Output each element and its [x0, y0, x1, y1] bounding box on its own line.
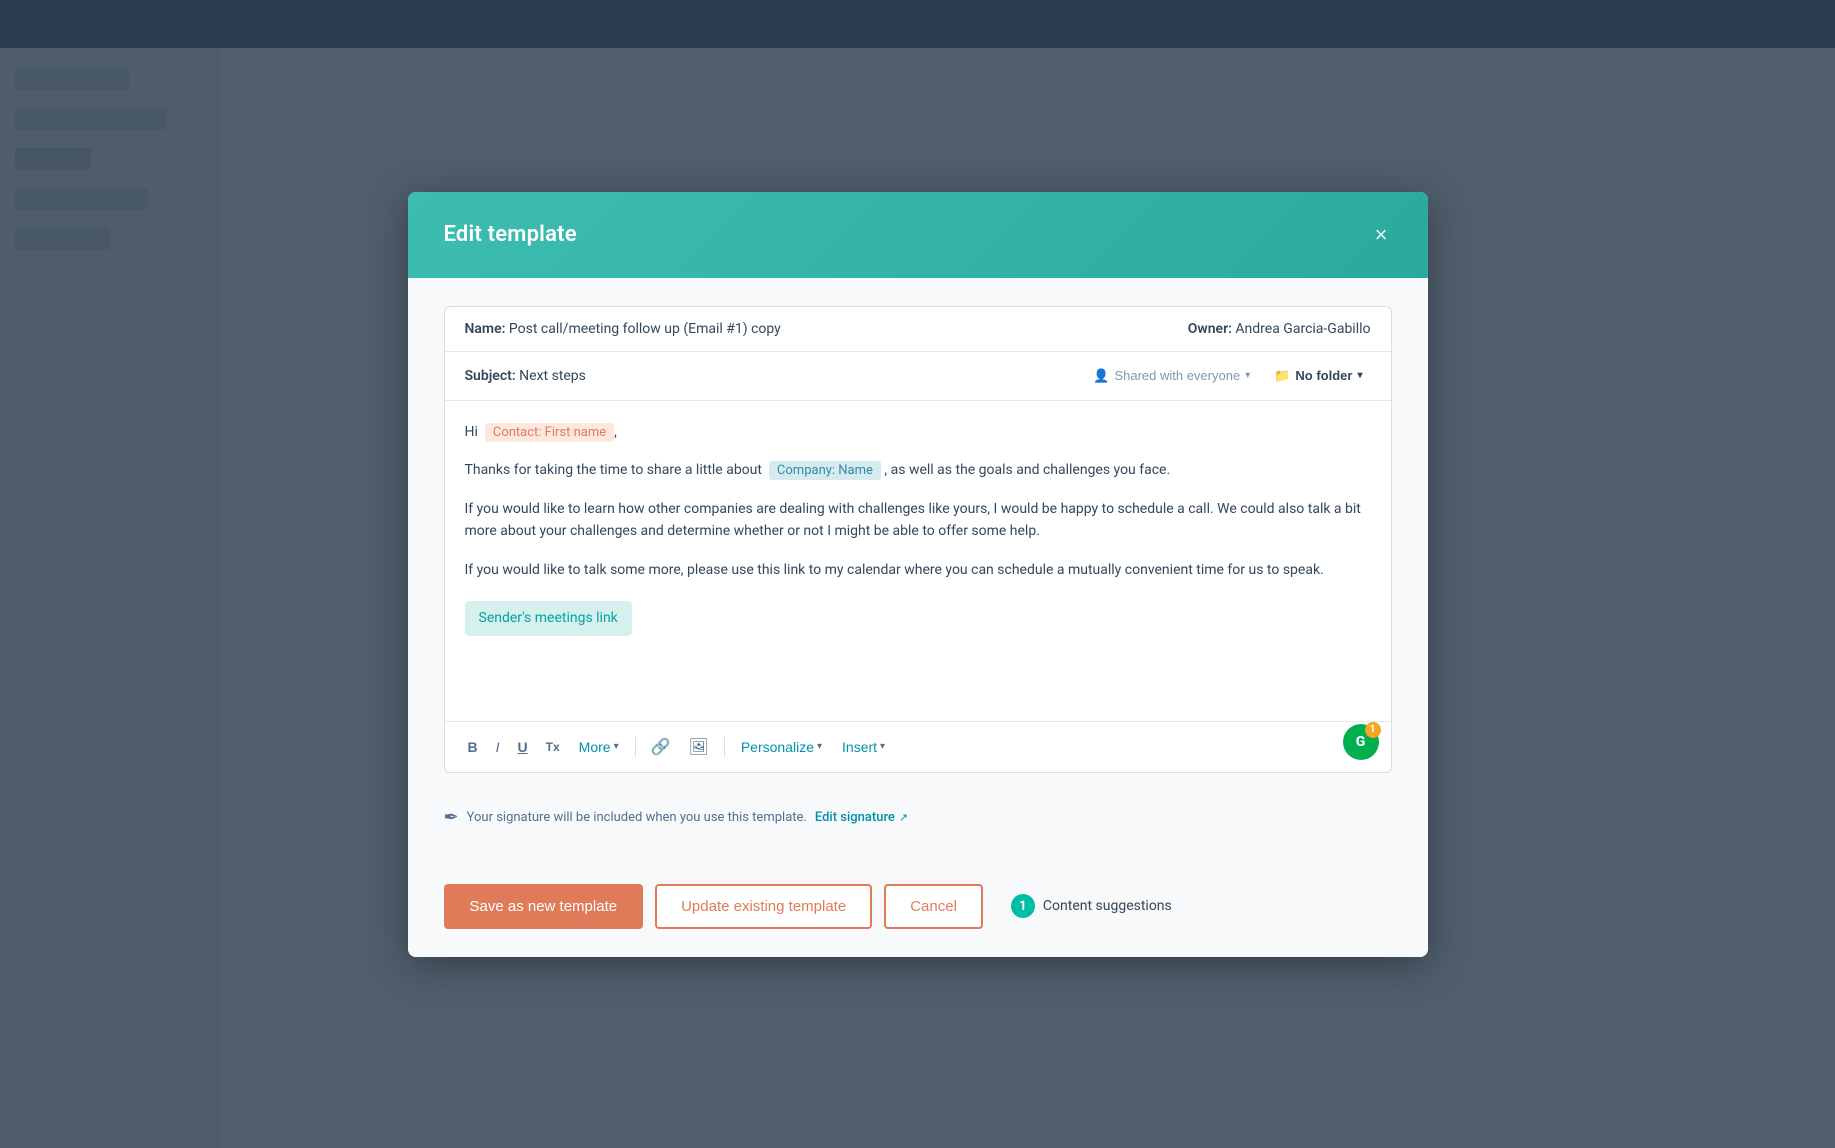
editor-toolbar: B I U Tx More ▾ 🔗 🖼 [445, 721, 1391, 772]
modal-footer: Save as new template Update existing tem… [408, 864, 1428, 957]
link-button[interactable]: 🔗 [644, 732, 678, 762]
modal-body: Name: Post call/meeting follow up (Email… [408, 278, 1428, 864]
italic-button[interactable]: I [489, 735, 507, 759]
para2-before: Thanks for taking the time to share a li… [465, 462, 762, 478]
image-icon: 🖼 [689, 739, 709, 756]
para2-after: , as well as the goals and challenges yo… [884, 462, 1170, 478]
template-name-field: Name: Post call/meeting follow up (Email… [465, 321, 781, 337]
owner-value: Andrea Garcia-Gabillo [1235, 321, 1370, 337]
name-value: Post call/meeting follow up (Email #1) c… [509, 321, 781, 337]
editor-para-1: Hi Contact: First name, [465, 421, 1371, 444]
template-card: Name: Post call/meeting follow up (Email… [444, 306, 1392, 773]
edit-signature-label: Edit signature [815, 810, 895, 825]
person-icon: 👤 [1093, 368, 1109, 384]
owner-label: Owner: [1188, 321, 1232, 337]
more-label: More [579, 739, 611, 755]
personalize-dropdown-button[interactable]: Personalize ▾ [733, 734, 830, 760]
insert-chevron-icon: ▾ [880, 741, 885, 752]
editor-para-5: Sender's meetings link [465, 597, 1371, 635]
folder-label: No folder [1295, 368, 1352, 383]
shared-label: Shared with everyone [1114, 368, 1240, 383]
comma-1: , [614, 424, 617, 440]
signature-note: ✒ Your signature will be included when y… [444, 793, 1392, 832]
editor-para-3: If you would like to learn how other com… [465, 498, 1371, 543]
content-suggestions[interactable]: 1 Content suggestions [1011, 894, 1172, 918]
folder-chevron-icon: ▾ [1357, 370, 1362, 381]
content-suggestions-label: Content suggestions [1043, 898, 1172, 914]
template-owner-field: Owner: Andrea Garcia-Gabillo [1188, 321, 1371, 337]
editor-para-2: Thanks for taking the time to share a li… [465, 459, 1371, 482]
close-button[interactable]: × [1371, 220, 1392, 250]
strikethrough-button[interactable]: Tx [539, 736, 567, 758]
grammarly-icon[interactable]: G 1 [1343, 724, 1379, 760]
shared-dropdown[interactable]: 👤 Shared with everyone ▾ [1085, 364, 1258, 388]
subject-label: Subject: [465, 368, 516, 384]
subject-value: Next steps [519, 368, 586, 384]
personalize-label: Personalize [741, 739, 814, 755]
bold-button[interactable]: B [461, 735, 485, 759]
folder-dropdown[interactable]: 📁 No folder ▾ [1266, 364, 1370, 388]
modal-title: Edit template [444, 222, 577, 247]
template-meta-controls: 👤 Shared with everyone ▾ 📁 No folder ▾ [1085, 364, 1370, 388]
editor-container: Hi Contact: First name, Thanks for takin… [445, 401, 1391, 772]
name-label: Name: [465, 321, 506, 337]
insert-label: Insert [842, 739, 877, 755]
meetings-link-token[interactable]: Sender's meetings link [465, 601, 632, 635]
company-name-token[interactable]: Company: Name [769, 461, 881, 480]
template-name-row: Name: Post call/meeting follow up (Email… [445, 307, 1391, 352]
modal-backdrop: Edit template × Name: Post call/meeting … [0, 0, 1835, 1148]
save-new-template-button[interactable]: Save as new template [444, 884, 644, 929]
template-subject-field: Subject: Next steps [465, 368, 586, 384]
grammarly-g-text: G [1356, 734, 1366, 750]
hi-text: Hi [465, 424, 478, 440]
grammarly-badge: 1 [1365, 722, 1381, 738]
link-icon: 🔗 [651, 739, 671, 756]
external-link-icon: ↗ [899, 811, 908, 824]
insert-dropdown-button[interactable]: Insert ▾ [834, 734, 893, 760]
editor-para-4: If you would like to talk some more, ple… [465, 559, 1371, 581]
folder-icon: 📁 [1274, 368, 1290, 384]
editor-body[interactable]: Hi Contact: First name, Thanks for takin… [445, 401, 1391, 721]
update-existing-template-button[interactable]: Update existing template [655, 884, 872, 929]
edit-template-modal: Edit template × Name: Post call/meeting … [408, 192, 1428, 957]
cancel-button[interactable]: Cancel [884, 884, 983, 929]
more-chevron-icon: ▾ [614, 741, 619, 752]
underline-button[interactable]: U [511, 735, 535, 759]
toolbar-divider-2 [724, 737, 725, 757]
signature-text: Your signature will be included when you… [467, 810, 807, 825]
toolbar-divider [635, 737, 636, 757]
template-subject-row: Subject: Next steps 👤 Shared with everyo… [445, 352, 1391, 401]
content-suggestions-badge: 1 [1011, 894, 1035, 918]
more-dropdown-button[interactable]: More ▾ [571, 734, 627, 760]
edit-signature-link[interactable]: Edit signature ↗ [815, 810, 908, 825]
signature-icon: ✒ [444, 807, 459, 828]
modal-header: Edit template × [408, 192, 1428, 278]
shared-chevron-icon: ▾ [1245, 370, 1250, 381]
image-button[interactable]: 🖼 [682, 732, 716, 762]
personalize-chevron-icon: ▾ [817, 741, 822, 752]
contact-firstname-token[interactable]: Contact: First name [485, 423, 614, 442]
